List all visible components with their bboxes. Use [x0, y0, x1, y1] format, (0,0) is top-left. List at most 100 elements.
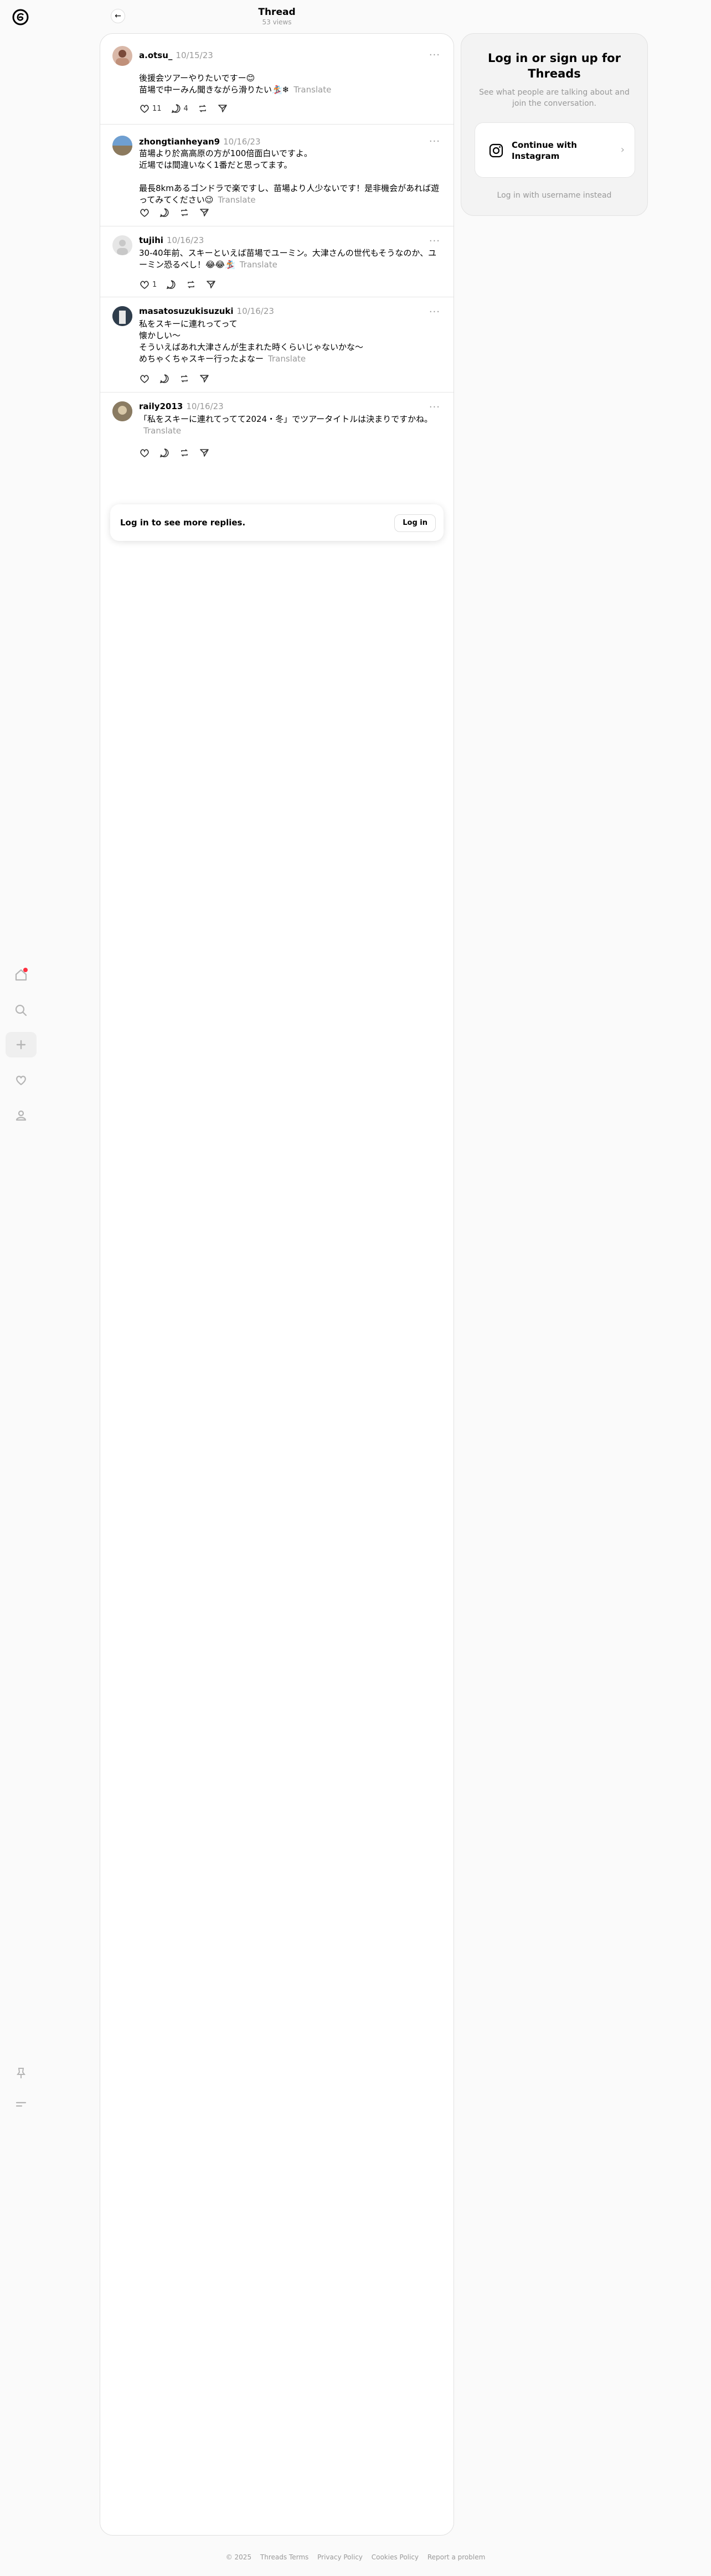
continue-with-instagram-button[interactable]: Continue with Instagram › — [475, 122, 635, 178]
more-options-icon[interactable]: ··· — [429, 136, 440, 147]
comment-icon — [171, 104, 181, 113]
share-button[interactable] — [201, 276, 221, 293]
more-options-icon[interactable]: ··· — [429, 235, 440, 247]
like-button[interactable] — [135, 445, 154, 461]
username[interactable]: zhongtianheyan9 10/16/23 — [139, 137, 261, 147]
login-button[interactable]: Log in — [394, 514, 436, 532]
heart-icon — [140, 281, 149, 289]
avatar[interactable] — [112, 136, 132, 156]
reply-button[interactable] — [154, 370, 174, 387]
footer-privacy-link[interactable]: Privacy Policy — [317, 2553, 363, 2561]
threads-logo-icon[interactable] — [11, 8, 30, 27]
view-count: 53 views — [262, 18, 292, 26]
nav-activity[interactable] — [6, 1067, 37, 1093]
plus-icon — [16, 1040, 26, 1050]
avatar[interactable] — [112, 235, 132, 255]
avatar[interactable] — [112, 401, 132, 421]
like-count: 1 — [152, 280, 157, 289]
avatar[interactable] — [112, 46, 132, 66]
reply-post: masatosuzukisuzuki 10/16/23 ··· 私をスキーに連れっ… — [100, 297, 454, 393]
root-post: a.otsu_ 10/15/23 ··· 後援会ツアーやりたいですー😊 苗場で中ー… — [100, 34, 454, 125]
post-text: 「私をスキーに連れてってて2024・冬」でツアータイトルは決まりですかね。Tra… — [139, 414, 433, 436]
like-button[interactable]: 1 — [135, 276, 161, 293]
post-actions — [135, 204, 214, 221]
repost-button[interactable] — [174, 204, 194, 221]
post-text: 私をスキーに連れってって 懐かしい〜 そういえばあれ大津さんが生まれた時くらいじ… — [139, 319, 364, 364]
send-icon — [200, 449, 209, 457]
login-with-username-link[interactable]: Log in with username instead — [461, 191, 647, 200]
username[interactable]: raily2013 10/16/23 — [139, 401, 224, 411]
post-actions: 11 4 — [135, 100, 233, 117]
reply-button[interactable] — [161, 276, 181, 293]
send-icon — [207, 281, 216, 288]
share-button[interactable] — [194, 204, 214, 221]
repost-button[interactable] — [174, 445, 194, 461]
like-button[interactable] — [135, 370, 154, 387]
nav-home[interactable] — [6, 962, 37, 988]
share-button[interactable] — [194, 445, 214, 461]
nav-pin[interactable] — [6, 2061, 37, 2086]
heart-icon — [140, 375, 149, 383]
heart-icon — [140, 105, 149, 113]
reply-button[interactable]: 4 — [166, 100, 193, 117]
post-date: 10/16/23 — [223, 137, 261, 147]
post-text: 後援会ツアーやりたいですー😊 苗場で中ーみん聞きながら滑りたい🏂❄ Transla… — [139, 73, 332, 95]
repost-button[interactable] — [193, 100, 213, 117]
username[interactable]: tujihi 10/16/23 — [139, 235, 204, 245]
like-button[interactable]: 11 — [135, 100, 166, 117]
footer-terms-link[interactable]: Threads Terms — [260, 2553, 308, 2561]
nav-profile[interactable] — [6, 1103, 37, 1128]
post-text: 苗場より於高高原の方が100倍面白いですよ。 近場では間違いなく1番だと思ってま… — [139, 148, 440, 205]
repost-icon — [188, 281, 195, 288]
thread-feed: a.otsu_ 10/15/23 ··· 後援会ツアーやりたいですー😊 苗場で中ー… — [100, 33, 454, 2536]
nav-search[interactable] — [6, 998, 37, 1023]
comment-icon — [159, 208, 169, 218]
reply-button[interactable] — [154, 204, 174, 221]
more-options-icon[interactable]: ··· — [429, 306, 440, 318]
footer-cookies-link[interactable]: Cookies Policy — [372, 2553, 419, 2561]
post-date: 10/16/23 — [166, 235, 204, 245]
more-options-icon[interactable]: ··· — [429, 401, 440, 413]
translate-link[interactable]: Translate — [143, 426, 181, 436]
reply-button[interactable] — [154, 445, 174, 461]
heart-icon — [140, 449, 149, 457]
repost-button[interactable] — [174, 370, 194, 387]
nav-menu[interactable] — [6, 2092, 37, 2117]
instagram-button-label: Continue with Instagram — [512, 140, 577, 161]
send-icon — [200, 209, 209, 216]
share-button[interactable] — [213, 100, 233, 117]
username[interactable]: a.otsu_ 10/15/23 — [139, 50, 213, 60]
repost-icon — [181, 449, 188, 457]
footer-report-link[interactable]: Report a problem — [427, 2553, 485, 2561]
translate-link[interactable]: Translate — [218, 195, 255, 205]
translate-link[interactable]: Translate — [293, 85, 331, 95]
translate-link[interactable]: Translate — [240, 260, 277, 270]
nav-create[interactable] — [6, 1032, 37, 1057]
share-button[interactable] — [194, 370, 214, 387]
thread-header: ← Thread 53 views — [100, 0, 454, 32]
username[interactable]: masatosuzukisuzuki 10/16/23 — [139, 306, 274, 316]
repost-button[interactable] — [181, 276, 201, 293]
login-gate-text: Log in to see more replies. — [120, 518, 246, 528]
repost-icon — [181, 375, 188, 383]
avatar[interactable] — [112, 306, 132, 326]
reply-post: tujihi 10/16/23 ··· 30-40年前、スキーといえば苗場でユーミ… — [100, 226, 454, 297]
post-actions — [135, 370, 214, 387]
like-button[interactable] — [135, 204, 154, 221]
footer: © 2025 Threads Terms Privacy Policy Cook… — [0, 2553, 711, 2561]
more-options-icon[interactable]: ··· — [429, 49, 440, 61]
left-rail — [0, 0, 42, 2576]
login-subtitle: See what people are talking about and jo… — [479, 88, 630, 108]
post-actions: 1 — [135, 276, 221, 293]
page-title: Thread — [258, 7, 296, 18]
post-actions — [135, 445, 214, 461]
notification-dot — [23, 968, 28, 972]
login-card: Log in or sign up for Threads See what p… — [461, 33, 648, 216]
repost-icon — [199, 105, 206, 112]
login-title: Log in or sign up for Threads — [488, 51, 621, 80]
chevron-right-icon: › — [620, 144, 625, 156]
heart-icon — [16, 1076, 26, 1086]
translate-link[interactable]: Translate — [268, 354, 306, 364]
post-date: 10/16/23 — [236, 306, 274, 316]
send-icon — [218, 105, 227, 112]
